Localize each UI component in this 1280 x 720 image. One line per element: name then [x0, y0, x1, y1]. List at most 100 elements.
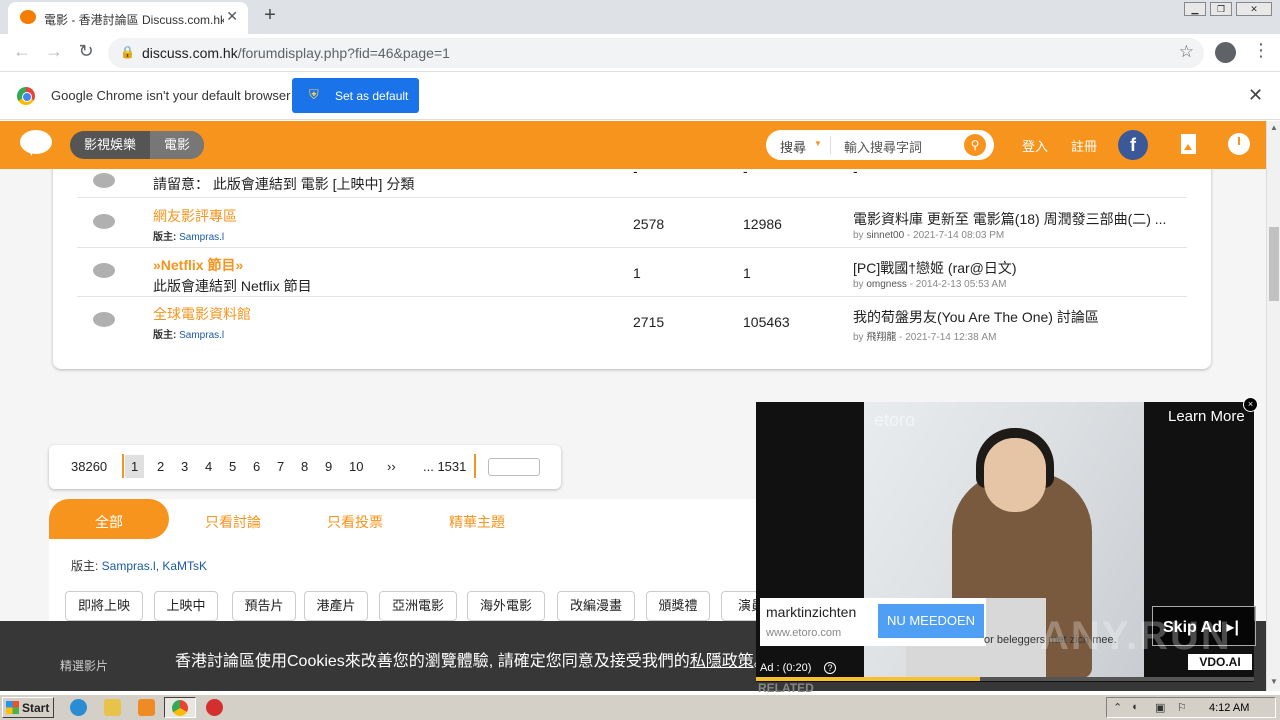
forum-moderator: 版主: Sampras.l	[153, 326, 224, 341]
tab-all[interactable]: 全部	[49, 499, 169, 539]
search-scope-select[interactable]: 搜尋	[780, 137, 806, 156]
forum-last-post[interactable]: [PC]戰國†戀姬 (rar@日文)	[853, 258, 1017, 278]
search-icon[interactable]: ⚲	[964, 134, 986, 156]
category-button[interactable]: 即將上映	[65, 591, 143, 621]
site-logo-icon[interactable]	[20, 130, 52, 156]
taskbar-chrome-button[interactable]	[164, 697, 196, 718]
menu-dots-icon[interactable]: ⋮	[1252, 40, 1270, 61]
register-link[interactable]: 註冊	[1071, 136, 1097, 155]
scroll-up-icon[interactable]: ▲	[1270, 123, 1278, 132]
category-button[interactable]: 海外電影	[467, 591, 545, 621]
last-user[interactable]: 飛翔龍	[866, 332, 896, 343]
page-link[interactable]: 2	[157, 459, 164, 474]
breadcrumb-item-entertainment[interactable]: 影視娛樂	[70, 131, 150, 159]
privacy-policy-link[interactable]: 私隱政策	[690, 653, 754, 670]
forum-bubble-icon	[93, 214, 115, 229]
reload-icon[interactable]: ↻	[74, 41, 98, 62]
scrollbar-thumb[interactable]	[1269, 227, 1279, 301]
category-button[interactable]: 預告片	[232, 591, 296, 621]
browser-tab[interactable]: 電影 - 香港討論區 Discuss.com.hk - ✕	[8, 2, 248, 34]
ad-cta-button[interactable]: NU MEEDOEN	[878, 604, 984, 638]
forward-icon[interactable]: →	[42, 41, 66, 62]
last-time: - 2014-2-13 05:53 AM	[906, 279, 1007, 290]
learn-more-link[interactable]: Learn More	[1168, 408, 1245, 425]
forum-last-post[interactable]: 我的荀盤男友(You Are The One) 討論區	[853, 307, 1099, 327]
filter-tabs: 全部 只看討論 只看投票 精華主題	[49, 499, 539, 539]
profile-avatar-icon[interactable]	[1215, 42, 1236, 63]
last-user[interactable]: omgness	[866, 279, 907, 290]
forum-row[interactable]: 請留意： 此版會連結到 電影 [上映中] 分類 - - -	[77, 169, 1187, 198]
forum-row[interactable]: 網友影評專區 版主: Sampras.l 2578 12986 電影資料庫 更新…	[77, 199, 1187, 248]
minimize-button[interactable]: ▁	[1184, 2, 1206, 16]
login-link[interactable]: 登入	[1022, 136, 1048, 155]
scroll-down-icon[interactable]: ▼	[1270, 677, 1278, 686]
url-text[interactable]: discuss.com.hk/forumdisplay.php?fid=46&p…	[142, 45, 450, 61]
category-button[interactable]: 改編漫畫	[557, 591, 635, 621]
page-link[interactable]: 3	[181, 459, 188, 474]
page-scrollbar[interactable]: ▲ ▼	[1266, 121, 1280, 691]
tray-expand-icon[interactable]: ⌃	[1113, 701, 1122, 714]
ie-icon[interactable]	[70, 699, 87, 716]
forum-row[interactable]: »Netflix 節目» 此版會連結到 Netflix 節目 1 1 [PC]戰…	[77, 248, 1187, 297]
forum-name[interactable]: »Netflix 節目»	[153, 255, 243, 275]
page-link[interactable]: 10	[349, 459, 363, 474]
page-link[interactable]: 8	[301, 459, 308, 474]
cookie-message: 香港討論區使用Cookies來改善您的瀏覽體驗, 請確定您同意及接受我們的私隱政…	[175, 647, 770, 671]
forum-name[interactable]: 全球電影資料館	[153, 304, 251, 324]
volume-icon[interactable]: ◖	[1131, 701, 1138, 713]
facebook-icon[interactable]: f	[1118, 130, 1148, 160]
lock-icon[interactable]: 🔒	[120, 45, 135, 59]
bookmark-star-icon[interactable]: ☆	[1179, 42, 1194, 62]
category-button[interactable]: 頒獎禮	[646, 591, 710, 621]
bookmark-icon[interactable]	[1181, 134, 1196, 154]
search-input[interactable]: 輸入搜尋字詞	[844, 137, 922, 156]
moderator-link[interactable]: Sampras.l	[179, 232, 224, 243]
page-link[interactable]: 4	[205, 459, 212, 474]
set-as-default-button[interactable]: ⛨ Set as default	[292, 78, 419, 113]
moderator-link[interactable]: Sampras.l	[179, 330, 224, 341]
windows-taskbar: Start ⌃ ◖ ▣ ⚐ 4:12 AM	[0, 694, 1280, 720]
moderators-links[interactable]: Sampras.l, KaMTsK	[102, 559, 207, 573]
breadcrumb-item-movies[interactable]: 電影	[150, 131, 205, 159]
forum-row[interactable]: 全球電影資料館 版主: Sampras.l 2715 105463 我的荀盤男友…	[77, 297, 1187, 346]
ad-cta-card[interactable]: marktinzichten www.etoro.com NU MEEDOEN	[760, 598, 986, 646]
maximize-button[interactable]: ❐	[1210, 2, 1232, 16]
breadcrumb: 影視娛樂 電影	[70, 131, 205, 159]
page-link[interactable]: 6	[253, 459, 260, 474]
history-clock-icon[interactable]	[1228, 133, 1250, 155]
tab-discussions[interactable]: 只看討論	[205, 512, 261, 532]
red-app-icon[interactable]	[206, 699, 223, 716]
page-link[interactable]: 7	[277, 459, 284, 474]
tab-close-icon[interactable]: ✕	[226, 8, 238, 25]
network-icon[interactable]: ▣	[1155, 701, 1165, 714]
category-button[interactable]: 亞洲電影	[379, 591, 457, 621]
page-link[interactable]: 9	[325, 459, 332, 474]
start-button[interactable]: Start	[2, 697, 54, 718]
ad-info-icon[interactable]: ?	[824, 662, 836, 674]
explorer-folder-icon[interactable]	[104, 699, 121, 716]
window-close-button[interactable]: ✕	[1236, 2, 1272, 16]
pagination: 38260 1 2 3 4 5 6 7 8 9 10 ›› ... 1531	[49, 445, 561, 489]
page-link-current[interactable]: 1	[125, 455, 145, 478]
page-jump-input[interactable]	[488, 458, 540, 476]
category-button[interactable]: 上映中	[154, 591, 218, 621]
address-bar[interactable]: 🔒 discuss.com.hk/forumdisplay.php?fid=46…	[108, 38, 1204, 68]
media-player-icon[interactable]	[138, 699, 155, 716]
back-icon[interactable]: ←	[10, 41, 34, 62]
infobar-close-icon[interactable]: ✕	[1248, 85, 1263, 106]
chevron-down-icon[interactable]: ▼	[814, 139, 822, 148]
action-center-flag-icon[interactable]: ⚐	[1177, 701, 1187, 714]
clock-time[interactable]: 4:12 AM	[1209, 702, 1249, 714]
last-user[interactable]: sinnet00	[866, 230, 904, 241]
tab-featured[interactable]: 精華主題	[449, 512, 505, 532]
page-link[interactable]: 5	[229, 459, 236, 474]
forum-name[interactable]: 網友影評專區	[153, 206, 237, 226]
new-tab-icon[interactable]: +	[258, 4, 282, 27]
ad-close-icon[interactable]: ×	[1243, 397, 1258, 412]
category-button[interactable]: 港產片	[304, 591, 368, 621]
next-pages-link[interactable]: ››	[387, 459, 396, 474]
forum-last-post[interactable]: 電影資料庫 更新至 電影篇(18) 周潤發三部曲(二) ...	[853, 209, 1166, 229]
last-page-link[interactable]: ... 1531	[423, 459, 466, 474]
forum-last-post[interactable]: -	[853, 169, 858, 179]
tab-polls[interactable]: 只看投票	[327, 512, 383, 532]
